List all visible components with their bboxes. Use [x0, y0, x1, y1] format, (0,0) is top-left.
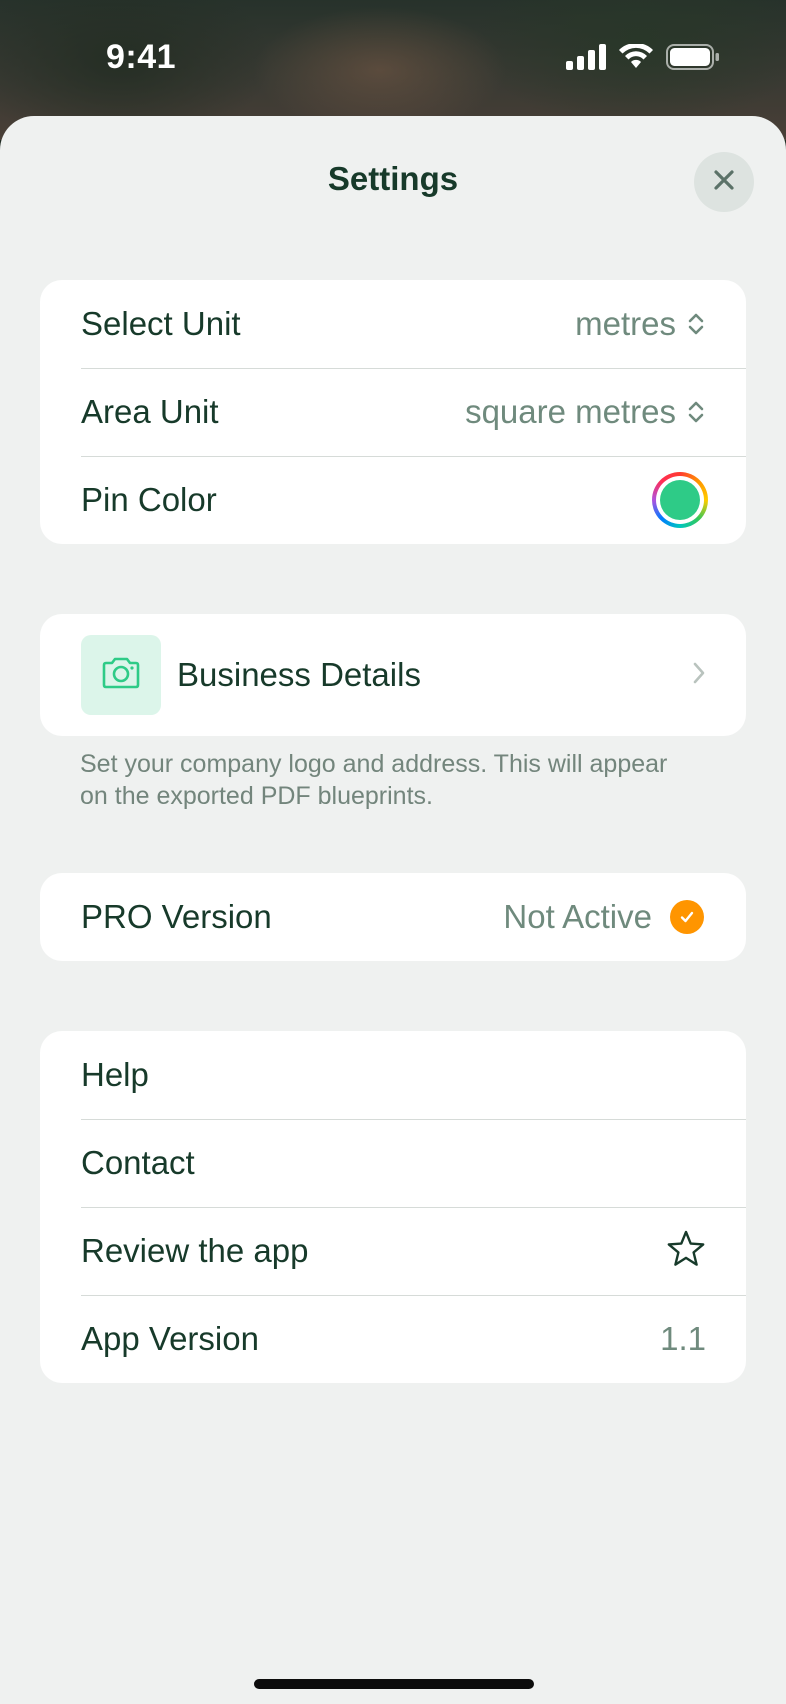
chevron-up-down-icon: [686, 310, 706, 338]
pin-color-swatch: [660, 480, 700, 520]
page-title: Settings: [327, 160, 459, 197]
close-button[interactable]: [694, 152, 754, 212]
camera-icon: [100, 656, 142, 695]
contact-label: Contact: [81, 1144, 195, 1181]
business-icon-tile: [81, 635, 161, 715]
business-card: Business Details: [40, 614, 746, 736]
misc-card: Help Contact Review the app App Version …: [40, 1031, 746, 1383]
home-indicator: [254, 1679, 534, 1689]
status-bar: 9:41: [0, 0, 786, 116]
battery-icon: [666, 44, 720, 75]
app-version-row: App Version 1.1: [40, 1295, 746, 1383]
business-details-label: Business Details: [177, 656, 421, 693]
pro-version-row[interactable]: PRO Version Not Active: [40, 873, 746, 961]
area-unit-row[interactable]: Area Unit square metres: [40, 368, 746, 456]
pro-card: PRO Version Not Active: [40, 873, 746, 961]
status-icons: [566, 42, 720, 75]
pro-status-value: Not Active: [503, 898, 652, 935]
app-version-value: 1.1: [660, 1320, 706, 1357]
help-row[interactable]: Help: [40, 1031, 746, 1119]
status-time: 9:41: [106, 38, 177, 76]
units-card: Select Unit metres Area Unit square metr…: [40, 280, 746, 544]
pro-version-label: PRO Version: [81, 898, 272, 935]
chevron-right-icon: [692, 661, 706, 690]
chevron-up-down-icon: [686, 398, 706, 426]
area-unit-label: Area Unit: [81, 393, 219, 430]
wifi-icon: [618, 42, 654, 75]
help-label: Help: [81, 1056, 149, 1093]
cellular-signal-icon: [566, 44, 606, 75]
business-footnote: Set your company logo and address. This …: [80, 750, 668, 810]
select-unit-row[interactable]: Select Unit metres: [40, 280, 746, 368]
app-version-label: App Version: [81, 1320, 259, 1357]
settings-sheet: Settings Select Unit metres Area Unit sq…: [0, 116, 786, 1704]
color-picker-well[interactable]: [652, 472, 708, 528]
area-unit-value: square metres: [465, 393, 676, 430]
select-unit-value: metres: [575, 305, 676, 342]
review-app-row[interactable]: Review the app: [40, 1207, 746, 1295]
star-icon: [666, 1230, 706, 1273]
checkmark-circle-icon: [670, 900, 704, 934]
business-details-row[interactable]: Business Details: [40, 614, 746, 736]
contact-row[interactable]: Contact: [40, 1119, 746, 1207]
pin-color-row: Pin Color: [40, 456, 746, 544]
pin-color-label: Pin Color: [81, 481, 217, 518]
close-icon: [712, 168, 736, 197]
review-app-label: Review the app: [81, 1232, 309, 1269]
select-unit-label: Select Unit: [81, 305, 241, 342]
